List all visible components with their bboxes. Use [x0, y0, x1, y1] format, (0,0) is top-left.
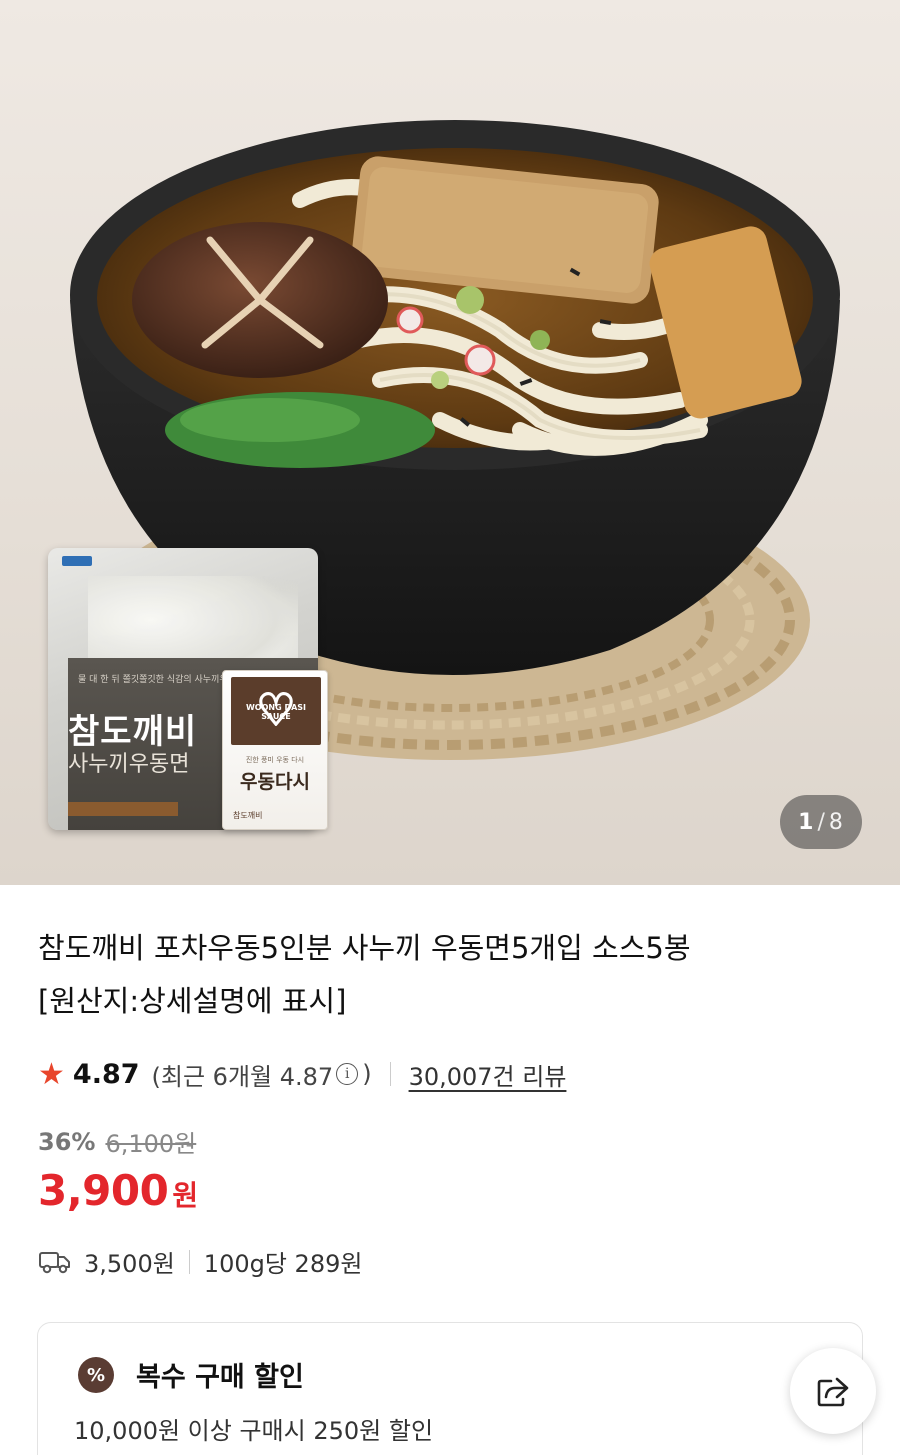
product-image-gallery[interactable]: 물 대 한 뒤 쫄깃쫄깃한 식감의 사누끼우동면 참도깨비 사누끼우동면 ♡ W…	[0, 0, 900, 885]
product-title: 참도깨비 포차우동5인분 사누끼 우동면5개입 소스5봉 [원산지:상세설명에 …	[38, 922, 858, 1028]
discount-percent: 36%	[38, 1127, 96, 1156]
bulk-discount-title: 복수 구매 할인	[136, 1362, 304, 1393]
recent-rating-close: )	[362, 1060, 372, 1088]
pouch-logo-text: WOONG DASI SAUCE	[245, 703, 307, 721]
image-counter: 1 / 8	[780, 795, 862, 849]
bulk-discount-card[interactable]: % 복수 구매 할인 10,000원 이상 구매시 250원 할인	[37, 1322, 863, 1455]
star-icon: ★	[38, 1056, 65, 1092]
package-logo	[62, 556, 92, 566]
sale-price-unit: 원	[172, 1179, 199, 1212]
rating-divider	[389, 1062, 391, 1086]
percent-badge-icon: %	[78, 1357, 114, 1393]
rating-score: 4.87	[72, 1058, 140, 1090]
recent-rating-text: (최근 6개월 4.87	[151, 1062, 334, 1091]
review-count-link[interactable]: 30,007건 리뷰	[409, 1057, 567, 1092]
pouch-brand: 참도깨비	[233, 811, 263, 820]
sale-price: 3,900 원	[38, 1166, 198, 1215]
shipping-row: 3,500원 100g당 289원	[38, 1244, 362, 1279]
image-counter-separator: /	[817, 809, 826, 835]
shipping-divider	[188, 1249, 190, 1274]
original-price: 6,100원	[105, 1130, 197, 1158]
sauce-pouch-image: ♡ WOONG DASI SAUCE 진한 풍미 우동 다시 우동다시 참도깨비	[222, 670, 328, 830]
discount-row: 36% 6,100원	[38, 1124, 196, 1159]
share-button[interactable]	[790, 1348, 876, 1434]
sale-price-amount: 3,900	[38, 1166, 169, 1215]
image-counter-current: 1	[798, 809, 815, 835]
unit-price: 100g당 289원	[203, 1250, 363, 1278]
package-stripe	[68, 802, 178, 816]
image-counter-total: 8	[828, 809, 844, 835]
product-title-line2: [원산지:상세설명에 표시]	[38, 984, 347, 1018]
shipping-fee: 3,500원	[84, 1250, 175, 1278]
info-icon[interactable]: i	[336, 1063, 359, 1085]
pouch-name: 우동다시	[240, 771, 310, 793]
rating-row: ★ 4.87 (최근 6개월 4.87 i ) 30,007건 리뷰	[38, 1056, 566, 1092]
package-subtitle: 사누끼우동면	[68, 752, 190, 777]
pouch-small-text: 진한 풍미 우동 다시	[245, 756, 305, 764]
pouch-logo-area: ♡ WOONG DASI SAUCE	[231, 677, 321, 745]
product-title-line1: 참도깨비 포차우동5인분 사누끼 우동면5개입 소스5봉	[38, 931, 691, 965]
share-icon	[817, 1377, 849, 1407]
bulk-discount-description: 10,000원 이상 구매시 250원 할인	[74, 1417, 434, 1445]
truck-icon	[39, 1251, 70, 1273]
